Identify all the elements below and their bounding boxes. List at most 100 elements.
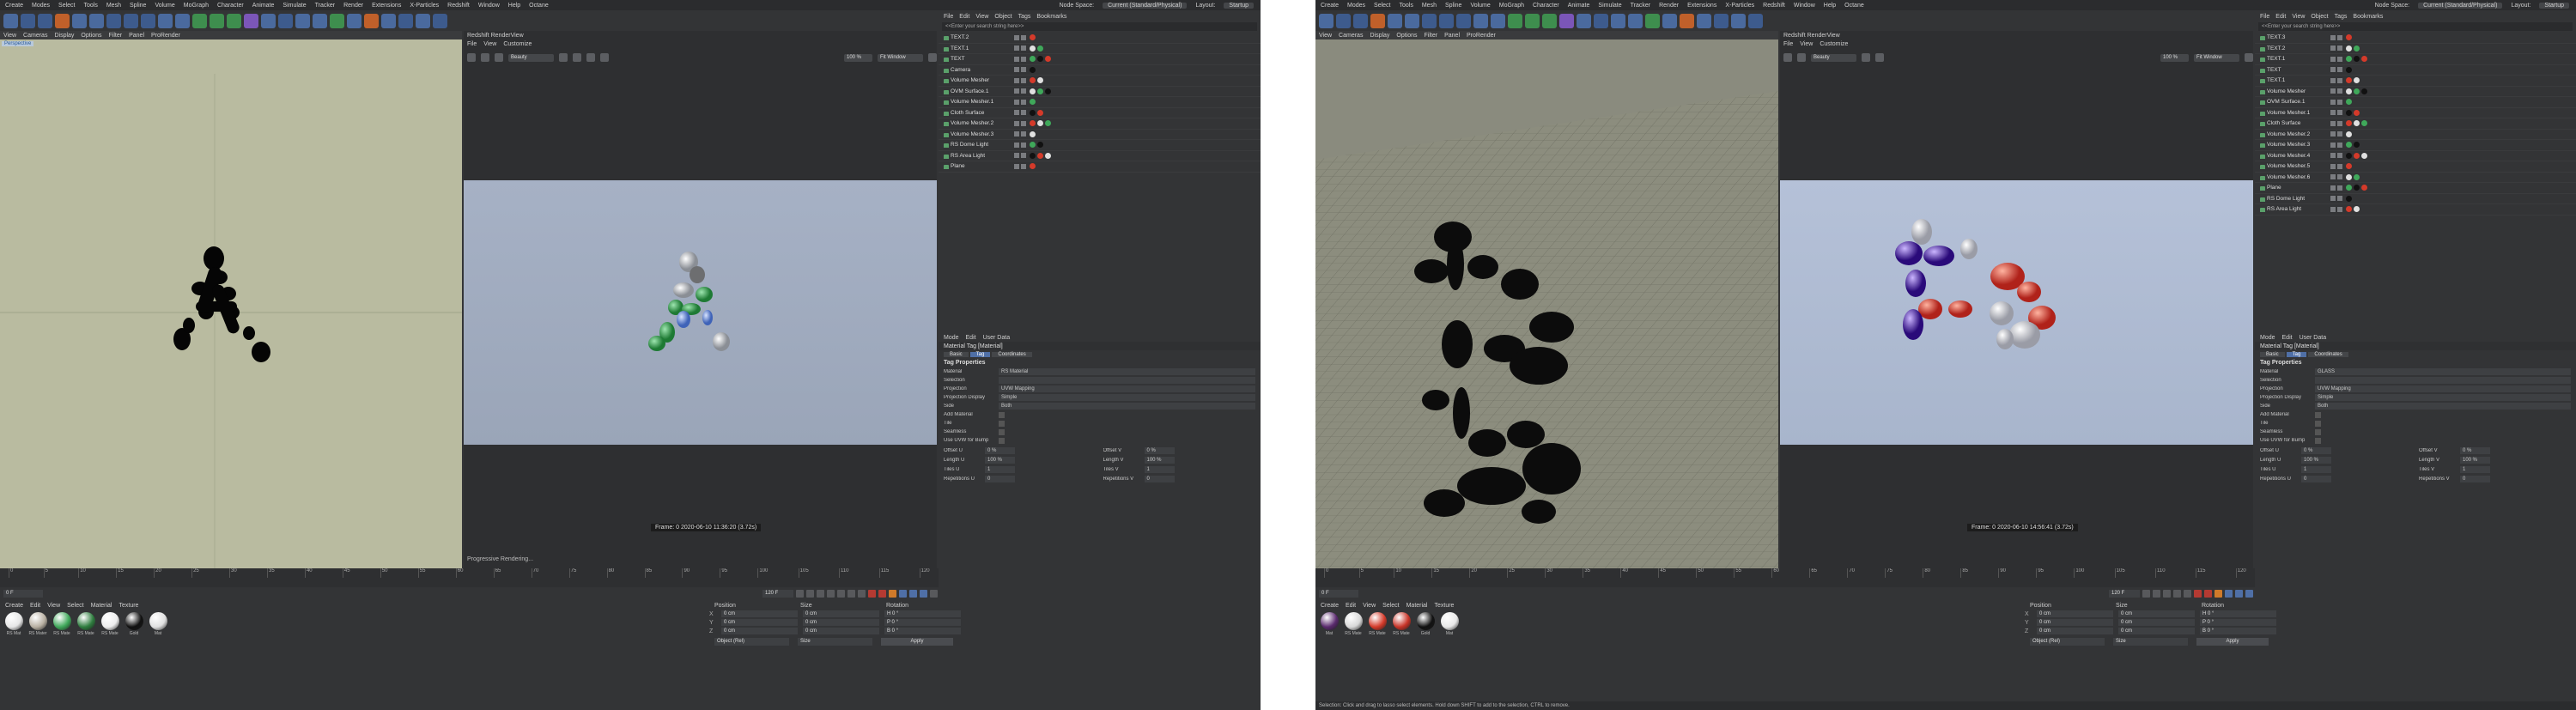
check-icon[interactable] bbox=[2337, 163, 2342, 169]
start-frame-field[interactable]: 0 F bbox=[1319, 589, 1358, 598]
material-swatch[interactable]: Gold bbox=[1415, 612, 1436, 636]
material-swatch[interactable]: Mat bbox=[1319, 612, 1340, 636]
go-start-button[interactable] bbox=[2142, 589, 2150, 598]
object-row[interactable]: RS Dome Light bbox=[939, 140, 1261, 151]
check-icon[interactable] bbox=[1021, 120, 1026, 126]
key-rotation-button[interactable] bbox=[909, 589, 917, 598]
viewport-menu-prorender[interactable]: ProRender bbox=[1467, 33, 1496, 39]
end-frame-field[interactable]: 120 F bbox=[762, 589, 793, 598]
viewport-menu-options[interactable]: Options bbox=[1396, 33, 1417, 39]
menu-character[interactable]: Character bbox=[217, 3, 244, 9]
menu-x-particles[interactable]: X-Particles bbox=[410, 3, 439, 9]
attr-value-field[interactable]: UVW Mapping bbox=[2315, 385, 2571, 392]
check-icon[interactable] bbox=[2337, 185, 2342, 191]
object-name[interactable]: TEXT.1 bbox=[2255, 56, 2327, 63]
menu-spline[interactable]: Spline bbox=[130, 3, 146, 9]
material-tag-icon[interactable] bbox=[2346, 45, 2352, 52]
toolbar-tool-icon[interactable] bbox=[3, 13, 18, 28]
rotation-field[interactable]: B 0 ° bbox=[2200, 628, 2276, 634]
key-scale-button[interactable] bbox=[2245, 589, 2253, 598]
attr-value-field[interactable]: 100 % bbox=[2460, 456, 2490, 464]
toolbar-tool-icon[interactable] bbox=[210, 13, 224, 28]
toolbar-tool-icon[interactable] bbox=[1697, 13, 1711, 28]
checkbox[interactable] bbox=[999, 437, 1005, 444]
material-tag-icon[interactable] bbox=[1045, 152, 1051, 159]
material-tag-icon[interactable] bbox=[2346, 206, 2352, 213]
zoom-dropdown[interactable]: 100 % bbox=[2160, 53, 2189, 62]
end-frame-field[interactable]: 120 F bbox=[2109, 589, 2140, 598]
attributes-menu-mode[interactable]: Mode bbox=[2260, 335, 2275, 341]
object-row[interactable]: TEXT.2 bbox=[2255, 44, 2576, 54]
renderview-menu-view[interactable]: View bbox=[1800, 41, 1813, 47]
attributes-menu-edit[interactable]: Edit bbox=[2282, 335, 2293, 341]
material-swatch[interactable]: RS Mate bbox=[52, 612, 72, 636]
object-menu-tags[interactable]: Tags bbox=[1018, 14, 1031, 20]
toolbar-tool-icon[interactable] bbox=[158, 13, 173, 28]
object-row[interactable]: TEXT.3 bbox=[2255, 33, 2576, 44]
toolbar-tool-icon[interactable] bbox=[1714, 13, 1728, 28]
material-swatch[interactable]: RS Mate bbox=[100, 612, 120, 636]
refresh-icon[interactable] bbox=[495, 53, 503, 62]
menu-select[interactable]: Select bbox=[1374, 3, 1390, 9]
toolbar-tool-icon[interactable] bbox=[1491, 13, 1505, 28]
material-tag-icon[interactable] bbox=[2354, 109, 2360, 116]
crop-icon[interactable] bbox=[1862, 53, 1870, 62]
gear-icon[interactable] bbox=[2245, 53, 2253, 62]
crop-icon[interactable] bbox=[559, 53, 568, 62]
menu-select[interactable]: Select bbox=[58, 3, 75, 9]
toolbar-tool-icon[interactable] bbox=[1439, 13, 1454, 28]
timeline[interactable]: 0 5 10 15 20 25 30 35 40 45 50 55 60 65 70 75 80 85 90 95 10… bbox=[0, 568, 939, 587]
material-tag-icon[interactable] bbox=[1045, 88, 1051, 94]
attr-value-field[interactable]: 100 % bbox=[1144, 456, 1175, 464]
renderview-menu-file[interactable]: File bbox=[1783, 41, 1793, 47]
object-name[interactable]: Volume Mesher.1 bbox=[2255, 110, 2327, 116]
menu-render[interactable]: Render bbox=[1659, 3, 1679, 9]
size-field[interactable]: 0 cm bbox=[2118, 610, 2195, 617]
rotation-field[interactable]: B 0 ° bbox=[884, 628, 961, 634]
object-name[interactable]: Cloth Surface bbox=[939, 110, 1011, 116]
visibility-toggle-icon[interactable] bbox=[2330, 206, 2336, 212]
material-menu-edit[interactable]: Edit bbox=[30, 603, 40, 609]
material-tag-icon[interactable] bbox=[1030, 99, 1036, 106]
renderview-menu-file[interactable]: File bbox=[467, 41, 477, 47]
attr-value-field[interactable]: 1 bbox=[985, 465, 1015, 473]
check-icon[interactable] bbox=[1021, 153, 1026, 159]
next-frame-button[interactable] bbox=[837, 589, 845, 598]
toolbar-tool-icon[interactable] bbox=[1422, 13, 1437, 28]
object-row[interactable]: Volume Mesher.2 bbox=[2255, 130, 2576, 140]
menu-tools[interactable]: Tools bbox=[1400, 3, 1413, 9]
attr-value-field[interactable]: 1 bbox=[2460, 465, 2490, 473]
object-menu-view[interactable]: View bbox=[975, 14, 988, 20]
visibility-toggle-icon[interactable] bbox=[2330, 88, 2336, 94]
checkbox[interactable] bbox=[999, 411, 1005, 418]
autokey-button[interactable] bbox=[878, 589, 886, 598]
stop-icon[interactable] bbox=[481, 53, 489, 62]
object-name[interactable]: Volume Mesher.3 bbox=[2255, 142, 2327, 149]
visibility-toggle-icon[interactable] bbox=[2330, 67, 2336, 73]
object-menu-edit[interactable]: Edit bbox=[2275, 14, 2286, 20]
check-icon[interactable] bbox=[1021, 142, 1026, 148]
visibility-toggle-icon[interactable] bbox=[2330, 46, 2336, 52]
perspective-viewport[interactable] bbox=[1315, 39, 1778, 568]
object-row[interactable]: RS Area Light bbox=[939, 151, 1261, 161]
rotation-field[interactable]: H 0 ° bbox=[2200, 610, 2276, 617]
material-swatch[interactable]: RS Mater bbox=[27, 612, 48, 636]
rotation-field[interactable]: H 0 ° bbox=[884, 610, 961, 617]
render-button[interactable] bbox=[1783, 53, 1792, 62]
attr-value-field[interactable] bbox=[999, 377, 1255, 384]
material-tag-icon[interactable] bbox=[1030, 163, 1036, 170]
checkbox[interactable] bbox=[2315, 420, 2321, 427]
material-tag-icon[interactable] bbox=[1030, 120, 1036, 127]
object-name[interactable]: RS Dome Light bbox=[2255, 196, 2327, 202]
toolbar-tool-icon[interactable] bbox=[1542, 13, 1557, 28]
object-row[interactable]: Volume Mesher.5 bbox=[2255, 161, 2576, 173]
coordinate-mode-dropdown[interactable]: Object (Rel) bbox=[714, 638, 789, 646]
object-name[interactable]: Plane bbox=[2255, 185, 2327, 191]
attr-value-field[interactable] bbox=[2315, 377, 2571, 384]
attr-value-field[interactable]: 0 bbox=[1144, 475, 1175, 482]
viewport-menu-display[interactable]: Display bbox=[54, 33, 74, 39]
material-swatch[interactable]: RS Mate bbox=[76, 612, 96, 636]
check-icon[interactable] bbox=[1021, 56, 1026, 62]
menu-octane[interactable]: Octane bbox=[529, 3, 549, 9]
checkbox[interactable] bbox=[2315, 428, 2321, 435]
